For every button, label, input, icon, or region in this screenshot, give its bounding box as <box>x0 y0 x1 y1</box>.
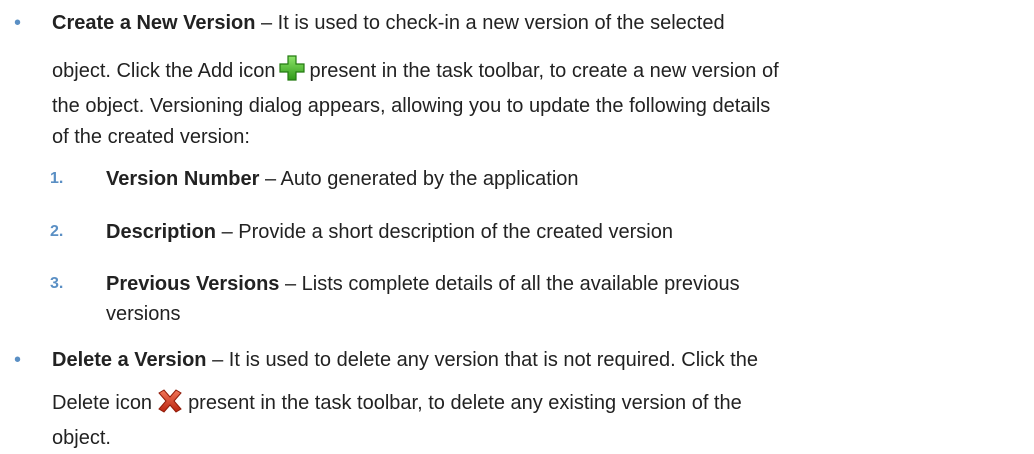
create-line-2: object. Click the Add icon present in th… <box>52 55 1012 91</box>
bullet-marker: • <box>14 12 22 34</box>
step-previous-versions: 3. Previous Versions – Lists complete de… <box>50 269 986 329</box>
create-version-title: Create a New Version <box>52 12 256 34</box>
delete-line-2b-text: present in the task toolbar, to delete a… <box>188 392 742 414</box>
delete-line-2: Delete icon present in the task toolbar,… <box>52 388 1012 423</box>
create-line-2b-text: present in the task toolbar, to create a… <box>309 60 779 82</box>
step-text: – Provide a short description of the cre… <box>216 221 673 243</box>
step-title: Previous Versions <box>106 273 280 295</box>
step-text-2: versions <box>106 303 181 325</box>
delete-line-3-text: object. <box>52 427 111 449</box>
bullet-delete-version: • Delete a Version – It is used to delet… <box>14 345 1012 454</box>
step-marker: 1. <box>50 170 64 187</box>
bullet-create-version: • Create a New Version – It is used to c… <box>14 8 1012 153</box>
create-line-1: Create a New Version – It is used to che… <box>52 8 1012 39</box>
add-plus-icon <box>279 55 306 91</box>
step-title: Description <box>106 221 217 243</box>
create-line-3-text: the object. Versioning dialog appears, a… <box>52 95 771 117</box>
document-page: • Create a New Version – It is used to c… <box>0 0 1034 452</box>
step-line-2: versions <box>106 299 986 329</box>
delete-line-1: Delete a Version – It is used to delete … <box>52 345 1012 376</box>
bullet-marker: • <box>14 349 22 371</box>
create-line-4: of the created version: <box>52 122 1012 153</box>
delete-line-2a-text: Delete icon <box>52 392 153 414</box>
delete-version-title: Delete a Version <box>52 349 207 371</box>
step-version-number: 1. Version Number – Auto generated by th… <box>50 164 986 194</box>
step-marker: 3. <box>50 275 64 292</box>
step-marker: 2. <box>50 223 64 240</box>
create-line-1-text: – It is used to check-in a new version o… <box>255 12 725 34</box>
delete-line-3: object. <box>52 423 1012 454</box>
step-text: – Lists complete details of all the avai… <box>279 273 740 295</box>
step-description: 2. Description – Provide a short descrip… <box>50 217 986 247</box>
create-line-3: the object. Versioning dialog appears, a… <box>52 91 1012 122</box>
step-line-1: Previous Versions – Lists complete detai… <box>106 269 986 299</box>
step-text: – Auto generated by the application <box>259 168 579 190</box>
step-title: Version Number <box>106 168 260 190</box>
create-line-4-text: of the created version: <box>52 126 250 148</box>
delete-line-1-text: – It is used to delete any version that … <box>206 349 758 371</box>
create-line-2a-text: object. Click the Add icon <box>52 60 276 82</box>
delete-x-icon <box>156 389 184 423</box>
